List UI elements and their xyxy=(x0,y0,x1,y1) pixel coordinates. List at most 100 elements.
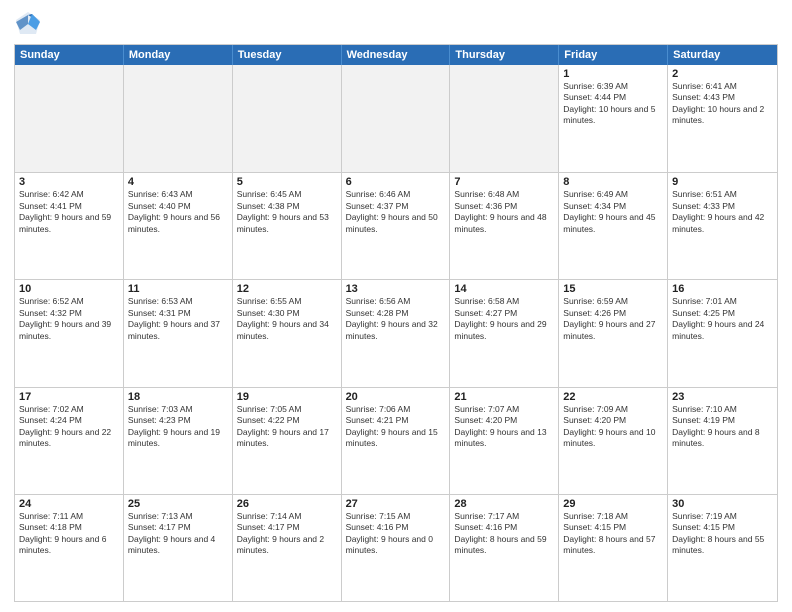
day-number: 13 xyxy=(346,283,446,295)
day-number: 20 xyxy=(346,391,446,403)
calendar-row-1: 3Sunrise: 6:42 AM Sunset: 4:41 PM Daylig… xyxy=(15,172,777,279)
calendar-cell-0-6: 2Sunrise: 6:41 AM Sunset: 4:43 PM Daylig… xyxy=(668,65,777,172)
day-number: 21 xyxy=(454,391,554,403)
day-number: 17 xyxy=(19,391,119,403)
day-info: Sunrise: 6:53 AM Sunset: 4:31 PM Dayligh… xyxy=(128,296,228,342)
day-number: 3 xyxy=(19,176,119,188)
day-info: Sunrise: 7:07 AM Sunset: 4:20 PM Dayligh… xyxy=(454,404,554,450)
day-number: 22 xyxy=(563,391,663,403)
day-info: Sunrise: 7:05 AM Sunset: 4:22 PM Dayligh… xyxy=(237,404,337,450)
day-info: Sunrise: 7:02 AM Sunset: 4:24 PM Dayligh… xyxy=(19,404,119,450)
day-number: 9 xyxy=(672,176,773,188)
calendar-cell-1-2: 5Sunrise: 6:45 AM Sunset: 4:38 PM Daylig… xyxy=(233,173,342,279)
day-info: Sunrise: 7:01 AM Sunset: 4:25 PM Dayligh… xyxy=(672,296,773,342)
calendar-cell-4-0: 24Sunrise: 7:11 AM Sunset: 4:18 PM Dayli… xyxy=(15,495,124,601)
day-info: Sunrise: 6:56 AM Sunset: 4:28 PM Dayligh… xyxy=(346,296,446,342)
day-number: 1 xyxy=(563,68,663,80)
day-number: 7 xyxy=(454,176,554,188)
calendar-header: SundayMondayTuesdayWednesdayThursdayFrid… xyxy=(15,45,777,65)
page: SundayMondayTuesdayWednesdayThursdayFrid… xyxy=(0,0,792,612)
header xyxy=(14,10,778,38)
calendar-row-2: 10Sunrise: 6:52 AM Sunset: 4:32 PM Dayli… xyxy=(15,279,777,386)
calendar-cell-1-6: 9Sunrise: 6:51 AM Sunset: 4:33 PM Daylig… xyxy=(668,173,777,279)
calendar-cell-2-4: 14Sunrise: 6:58 AM Sunset: 4:27 PM Dayli… xyxy=(450,280,559,386)
day-number: 30 xyxy=(672,498,773,510)
calendar-cell-4-6: 30Sunrise: 7:19 AM Sunset: 4:15 PM Dayli… xyxy=(668,495,777,601)
day-info: Sunrise: 7:03 AM Sunset: 4:23 PM Dayligh… xyxy=(128,404,228,450)
day-number: 25 xyxy=(128,498,228,510)
day-number: 14 xyxy=(454,283,554,295)
day-info: Sunrise: 7:11 AM Sunset: 4:18 PM Dayligh… xyxy=(19,511,119,557)
calendar-cell-3-5: 22Sunrise: 7:09 AM Sunset: 4:20 PM Dayli… xyxy=(559,388,668,494)
calendar-cell-3-1: 18Sunrise: 7:03 AM Sunset: 4:23 PM Dayli… xyxy=(124,388,233,494)
calendar: SundayMondayTuesdayWednesdayThursdayFrid… xyxy=(14,44,778,602)
day-info: Sunrise: 6:48 AM Sunset: 4:36 PM Dayligh… xyxy=(454,189,554,235)
day-number: 19 xyxy=(237,391,337,403)
calendar-cell-4-1: 25Sunrise: 7:13 AM Sunset: 4:17 PM Dayli… xyxy=(124,495,233,601)
header-day-saturday: Saturday xyxy=(668,45,777,65)
calendar-body: 1Sunrise: 6:39 AM Sunset: 4:44 PM Daylig… xyxy=(15,65,777,601)
day-info: Sunrise: 6:45 AM Sunset: 4:38 PM Dayligh… xyxy=(237,189,337,235)
day-number: 2 xyxy=(672,68,773,80)
day-info: Sunrise: 7:15 AM Sunset: 4:16 PM Dayligh… xyxy=(346,511,446,557)
calendar-cell-0-4 xyxy=(450,65,559,172)
logo xyxy=(14,10,46,38)
calendar-cell-1-3: 6Sunrise: 6:46 AM Sunset: 4:37 PM Daylig… xyxy=(342,173,451,279)
calendar-cell-4-3: 27Sunrise: 7:15 AM Sunset: 4:16 PM Dayli… xyxy=(342,495,451,601)
calendar-row-0: 1Sunrise: 6:39 AM Sunset: 4:44 PM Daylig… xyxy=(15,65,777,172)
day-number: 5 xyxy=(237,176,337,188)
day-info: Sunrise: 6:51 AM Sunset: 4:33 PM Dayligh… xyxy=(672,189,773,235)
day-number: 23 xyxy=(672,391,773,403)
calendar-cell-4-4: 28Sunrise: 7:17 AM Sunset: 4:16 PM Dayli… xyxy=(450,495,559,601)
day-info: Sunrise: 6:43 AM Sunset: 4:40 PM Dayligh… xyxy=(128,189,228,235)
day-info: Sunrise: 7:18 AM Sunset: 4:15 PM Dayligh… xyxy=(563,511,663,557)
day-info: Sunrise: 7:13 AM Sunset: 4:17 PM Dayligh… xyxy=(128,511,228,557)
calendar-cell-2-3: 13Sunrise: 6:56 AM Sunset: 4:28 PM Dayli… xyxy=(342,280,451,386)
calendar-cell-2-5: 15Sunrise: 6:59 AM Sunset: 4:26 PM Dayli… xyxy=(559,280,668,386)
calendar-cell-3-3: 20Sunrise: 7:06 AM Sunset: 4:21 PM Dayli… xyxy=(342,388,451,494)
day-number: 15 xyxy=(563,283,663,295)
day-info: Sunrise: 6:59 AM Sunset: 4:26 PM Dayligh… xyxy=(563,296,663,342)
header-day-thursday: Thursday xyxy=(450,45,559,65)
header-day-friday: Friday xyxy=(559,45,668,65)
day-number: 24 xyxy=(19,498,119,510)
calendar-cell-2-2: 12Sunrise: 6:55 AM Sunset: 4:30 PM Dayli… xyxy=(233,280,342,386)
calendar-cell-4-2: 26Sunrise: 7:14 AM Sunset: 4:17 PM Dayli… xyxy=(233,495,342,601)
header-day-sunday: Sunday xyxy=(15,45,124,65)
calendar-cell-1-5: 8Sunrise: 6:49 AM Sunset: 4:34 PM Daylig… xyxy=(559,173,668,279)
calendar-cell-1-4: 7Sunrise: 6:48 AM Sunset: 4:36 PM Daylig… xyxy=(450,173,559,279)
day-number: 12 xyxy=(237,283,337,295)
day-info: Sunrise: 6:41 AM Sunset: 4:43 PM Dayligh… xyxy=(672,81,773,127)
day-info: Sunrise: 6:49 AM Sunset: 4:34 PM Dayligh… xyxy=(563,189,663,235)
day-number: 4 xyxy=(128,176,228,188)
day-info: Sunrise: 7:09 AM Sunset: 4:20 PM Dayligh… xyxy=(563,404,663,450)
day-number: 29 xyxy=(563,498,663,510)
day-number: 28 xyxy=(454,498,554,510)
logo-icon xyxy=(14,10,42,38)
calendar-cell-2-0: 10Sunrise: 6:52 AM Sunset: 4:32 PM Dayli… xyxy=(15,280,124,386)
calendar-cell-0-1 xyxy=(124,65,233,172)
day-info: Sunrise: 6:42 AM Sunset: 4:41 PM Dayligh… xyxy=(19,189,119,235)
calendar-cell-2-6: 16Sunrise: 7:01 AM Sunset: 4:25 PM Dayli… xyxy=(668,280,777,386)
calendar-row-4: 24Sunrise: 7:11 AM Sunset: 4:18 PM Dayli… xyxy=(15,494,777,601)
calendar-cell-0-3 xyxy=(342,65,451,172)
header-day-monday: Monday xyxy=(124,45,233,65)
header-day-wednesday: Wednesday xyxy=(342,45,451,65)
day-number: 10 xyxy=(19,283,119,295)
day-info: Sunrise: 6:55 AM Sunset: 4:30 PM Dayligh… xyxy=(237,296,337,342)
calendar-row-3: 17Sunrise: 7:02 AM Sunset: 4:24 PM Dayli… xyxy=(15,387,777,494)
calendar-cell-3-4: 21Sunrise: 7:07 AM Sunset: 4:20 PM Dayli… xyxy=(450,388,559,494)
day-info: Sunrise: 7:17 AM Sunset: 4:16 PM Dayligh… xyxy=(454,511,554,557)
day-number: 27 xyxy=(346,498,446,510)
day-number: 11 xyxy=(128,283,228,295)
header-day-tuesday: Tuesday xyxy=(233,45,342,65)
day-info: Sunrise: 6:52 AM Sunset: 4:32 PM Dayligh… xyxy=(19,296,119,342)
calendar-cell-3-6: 23Sunrise: 7:10 AM Sunset: 4:19 PM Dayli… xyxy=(668,388,777,494)
day-info: Sunrise: 7:19 AM Sunset: 4:15 PM Dayligh… xyxy=(672,511,773,557)
day-info: Sunrise: 6:58 AM Sunset: 4:27 PM Dayligh… xyxy=(454,296,554,342)
day-info: Sunrise: 6:46 AM Sunset: 4:37 PM Dayligh… xyxy=(346,189,446,235)
day-number: 18 xyxy=(128,391,228,403)
calendar-cell-0-0 xyxy=(15,65,124,172)
calendar-cell-2-1: 11Sunrise: 6:53 AM Sunset: 4:31 PM Dayli… xyxy=(124,280,233,386)
calendar-cell-3-0: 17Sunrise: 7:02 AM Sunset: 4:24 PM Dayli… xyxy=(15,388,124,494)
